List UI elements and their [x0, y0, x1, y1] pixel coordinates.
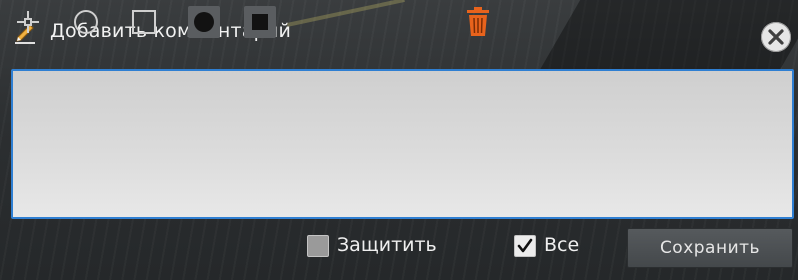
protect-checkbox[interactable] [307, 235, 329, 257]
crosshair-icon [17, 11, 39, 33]
square-filled-tool-button[interactable] [240, 0, 280, 44]
square-outline-tool-button[interactable] [126, 0, 162, 44]
comment-panel: Добавить комментарий Защитить Все Сохран… [0, 0, 798, 280]
circle-outline-tool-button[interactable] [68, 0, 104, 44]
panel-header: Добавить комментарий [0, 14, 798, 50]
all-label: Все [544, 234, 580, 256]
all-checkbox[interactable] [514, 235, 536, 257]
checkmark-icon [517, 238, 533, 253]
trash-icon [467, 7, 489, 36]
comment-textarea[interactable] [11, 69, 794, 219]
circle-filled-tool-button[interactable] [184, 0, 224, 44]
circle-filled-icon [188, 6, 220, 38]
square-outline-icon [132, 10, 156, 34]
crosshair-tool-button[interactable] [10, 0, 46, 44]
circle-outline-icon [74, 10, 98, 34]
square-filled-icon [244, 6, 276, 38]
close-icon [768, 29, 784, 45]
delete-button[interactable] [460, 0, 496, 44]
protect-label: Защитить [337, 234, 437, 256]
save-button[interactable]: Сохранить [627, 228, 793, 268]
close-button[interactable] [761, 22, 791, 52]
